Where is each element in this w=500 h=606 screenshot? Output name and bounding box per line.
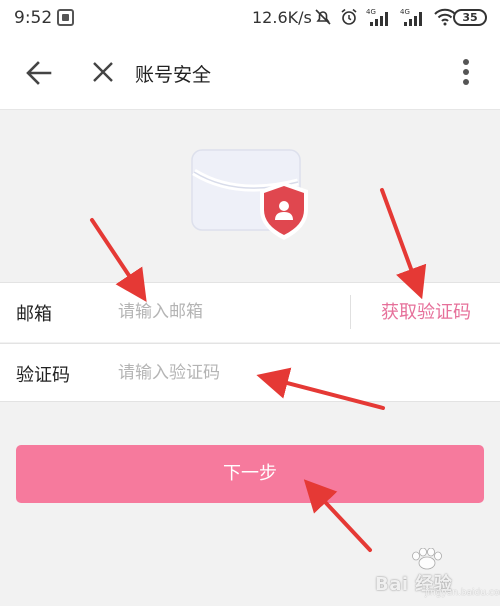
baidu-jingyan-watermark: Bai 经验 jingyan.baidu.com	[375, 548, 500, 598]
get-verification-code-button[interactable]: 获取验证码	[364, 298, 488, 324]
email-security-illustration	[190, 146, 312, 246]
watermark-url: jingyan.baidu.com	[425, 588, 500, 598]
battery-icon: 35	[453, 9, 487, 26]
close-button[interactable]	[89, 58, 117, 86]
status-bar: 9:52 12.6K/s 4G 4G 35	[0, 0, 500, 36]
back-button[interactable]	[24, 58, 54, 88]
verification-code-input[interactable]	[118, 356, 418, 390]
mute-icon	[314, 8, 332, 26]
svg-text:4G: 4G	[366, 8, 376, 16]
network-speed: 12.6K/s	[252, 8, 312, 27]
email-row: 邮箱 获取验证码	[0, 282, 500, 342]
field-divider	[350, 295, 351, 329]
notification-app-icon	[57, 9, 74, 26]
alarm-icon	[340, 8, 358, 26]
next-step-button[interactable]: 下一步	[16, 445, 484, 503]
signal-4g-icon-1: 4G	[366, 7, 392, 27]
baidu-paw-logo	[412, 548, 442, 570]
shield-user-icon	[260, 182, 308, 240]
close-icon	[93, 62, 113, 82]
app-bar: 账号安全	[0, 36, 500, 110]
signal-4g-icon-2: 4G	[400, 7, 426, 27]
more-vertical-icon	[463, 59, 469, 85]
status-time: 9:52	[14, 8, 53, 28]
email-input[interactable]	[118, 295, 338, 329]
verification-code-row: 验证码	[0, 343, 500, 402]
page-title: 账号安全	[135, 64, 212, 86]
email-label: 邮箱	[16, 304, 52, 325]
arrow-left-icon	[26, 61, 52, 85]
verification-code-label: 验证码	[16, 365, 70, 386]
svg-text:4G: 4G	[400, 8, 410, 16]
more-options-button[interactable]	[454, 56, 478, 90]
arrow-to-get-code	[380, 188, 427, 300]
status-icons: 4G 4G	[306, 6, 456, 28]
